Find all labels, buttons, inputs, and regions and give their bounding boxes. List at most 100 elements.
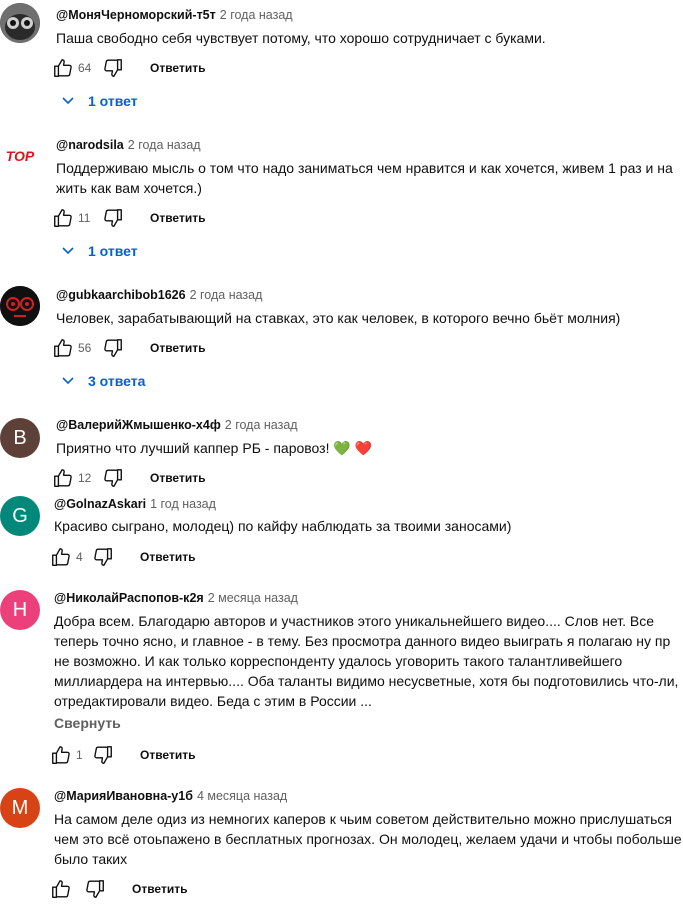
author-name[interactable]: @ВалерийЖмышенко-х4ф	[56, 418, 221, 432]
comment-line: жить как вам хочется.)	[56, 180, 202, 196]
like-count: 4	[76, 550, 83, 564]
reply-button[interactable]: Ответить	[150, 341, 205, 355]
reply-button[interactable]: Ответить	[150, 471, 205, 485]
comment-header: @МоняЧерноморский-т5т 2 года назад	[56, 8, 293, 22]
comment-time[interactable]: 2 года назад	[190, 288, 263, 302]
comment-line: Человек, зарабатывающий на ставках, это …	[56, 310, 621, 326]
like-icon[interactable]	[52, 467, 74, 489]
author-name[interactable]: @GolnazAskari	[54, 497, 146, 511]
avatar-letter: G	[12, 504, 28, 527]
comment-header: @GolnazAskari 1 год назад	[54, 497, 216, 511]
replies-count: 1 ответ	[88, 93, 138, 109]
comment-time[interactable]: 2 года назад	[225, 418, 298, 432]
comment-time[interactable]: 2 месяца назад	[208, 591, 298, 605]
like-count: 1	[76, 748, 83, 762]
avatar-image	[0, 286, 40, 326]
avatar-letter: Н	[12, 598, 28, 621]
like-icon[interactable]	[50, 878, 72, 900]
comment-header: @ВалерийЖмышенко-х4ф 2 года назад	[56, 418, 298, 432]
comment-actions: 11 Ответить	[52, 206, 205, 230]
like-icon[interactable]	[52, 337, 74, 359]
reply-button[interactable]: Ответить	[132, 882, 187, 896]
comment-text: На самом деле одиз из немногих каперов к…	[54, 809, 682, 869]
like-icon[interactable]	[52, 57, 74, 79]
dislike-icon[interactable]	[102, 57, 124, 79]
comment-header: @МарияИвановна-у1б 4 месяца назад	[54, 789, 287, 803]
chevron-down-icon	[62, 377, 74, 385]
comment-time[interactable]: 4 месяца назад	[197, 789, 287, 803]
author-name[interactable]: @narodsila	[56, 138, 124, 152]
comment-actions: 56 Ответить	[52, 336, 205, 360]
avatar-letter: M	[11, 796, 29, 819]
author-name[interactable]: @МарияИвановна-у1б	[54, 789, 193, 803]
comment-text: Красиво сыграно, молодец) по кайфу наблю…	[54, 516, 511, 536]
author-name[interactable]: @gubkaarchibob1626	[56, 288, 186, 302]
comment-actions: 12 Ответить	[52, 466, 205, 490]
comment-line: Паша свободно себя чувствует потому, что…	[56, 30, 546, 46]
reply-button[interactable]: Ответить	[140, 748, 195, 762]
comment-text: Человек, зарабатывающий на ставках, это …	[56, 308, 620, 328]
view-replies-button[interactable]: 1 ответ	[60, 93, 138, 109]
comment-line: Поддерживаю мысль о том что надо занимат…	[56, 160, 673, 176]
like-icon[interactable]	[50, 546, 72, 568]
reply-button[interactable]: Ответить	[140, 550, 195, 564]
like-count: 12	[78, 471, 92, 485]
comment-header: @gubkaarchibob1626 2 года назад	[56, 288, 262, 302]
comment-line: На самом деле одиз из немногих каперов к…	[54, 811, 673, 827]
like-count: 11	[78, 211, 91, 225]
chevron-down-icon	[62, 97, 74, 105]
comment-line: Красиво сыграно, молодец) по кайфу наблю…	[54, 518, 512, 534]
avatar[interactable]: Н	[0, 590, 40, 630]
avatar[interactable]: B	[0, 418, 40, 458]
dislike-icon[interactable]	[84, 878, 106, 900]
comment-text: Добра всем. Благодарю авторов и участник…	[54, 611, 678, 711]
view-replies-button[interactable]: 3 ответа	[60, 373, 145, 389]
comment-header: @narodsila 2 года назад	[56, 138, 201, 152]
dislike-icon[interactable]	[92, 546, 114, 568]
like-icon[interactable]	[52, 207, 74, 229]
comment-time[interactable]: 2 года назад	[128, 138, 201, 152]
comment-actions: 1 Ответить	[50, 743, 195, 767]
replies-count: 3 ответа	[88, 373, 146, 389]
reply-button[interactable]: Ответить	[150, 61, 205, 75]
comment-actions: Ответить	[50, 877, 187, 901]
view-replies-button[interactable]: 1 ответ	[60, 243, 138, 259]
collapse-button[interactable]: Свернуть	[54, 715, 121, 731]
top-logo-icon: TOP	[6, 148, 35, 164]
comment-text: Приятно что лучший каппер РБ - паровоз! …	[56, 438, 372, 458]
like-icon[interactable]	[50, 744, 72, 766]
comment-line: чем это всё отоьпажено в бесплатных прог…	[54, 831, 682, 847]
comment-line: Добра всем. Благодарю авторов и участник…	[54, 613, 655, 629]
comment-actions: 4 Ответить	[50, 545, 195, 569]
comment-text: Поддерживаю мысль о том что надо занимат…	[56, 158, 673, 198]
chevron-down-icon	[62, 247, 74, 255]
comment-time[interactable]: 2 года назад	[220, 8, 293, 22]
comment-line: было таких	[54, 851, 128, 867]
comment-line: теперь точно ясно, и главное - в тему. Б…	[54, 633, 671, 649]
author-name[interactable]: @НиколайРаспопов-к2я	[54, 591, 204, 605]
author-name[interactable]: @МоняЧерноморский-т5т	[56, 8, 216, 22]
dislike-icon[interactable]	[102, 337, 124, 359]
comment-time[interactable]: 1 год назад	[150, 497, 216, 511]
comment-header: @НиколайРаспопов-к2я 2 месяца назад	[54, 591, 298, 605]
avatar-letter: B	[13, 426, 27, 449]
avatar[interactable]: G	[0, 496, 40, 536]
replies-count: 1 ответ	[88, 243, 138, 259]
comment-line: отредактировали видео. Беда с этим в Рос…	[54, 693, 372, 709]
comment-actions: 64 Ответить	[52, 56, 205, 80]
reply-button[interactable]: Ответить	[150, 211, 205, 225]
dislike-icon[interactable]	[102, 207, 124, 229]
comment-text: Паша свободно себя чувствует потому, что…	[56, 28, 546, 48]
avatar[interactable]	[0, 286, 40, 326]
avatar[interactable]: TOP	[0, 136, 40, 176]
like-count: 56	[78, 341, 92, 355]
like-count: 64	[78, 61, 92, 75]
comment-line: не возможно. И как только корреспонденту…	[54, 653, 623, 669]
avatar[interactable]: M	[0, 788, 40, 828]
avatar[interactable]	[0, 3, 40, 43]
dislike-icon[interactable]	[102, 467, 124, 489]
dislike-icon[interactable]	[92, 744, 114, 766]
comment-line: миллиардера на интервью.... Оба таланты …	[54, 673, 679, 689]
comment-line: Приятно что лучший каппер РБ - паровоз! …	[56, 440, 373, 456]
avatar-image	[0, 3, 40, 43]
